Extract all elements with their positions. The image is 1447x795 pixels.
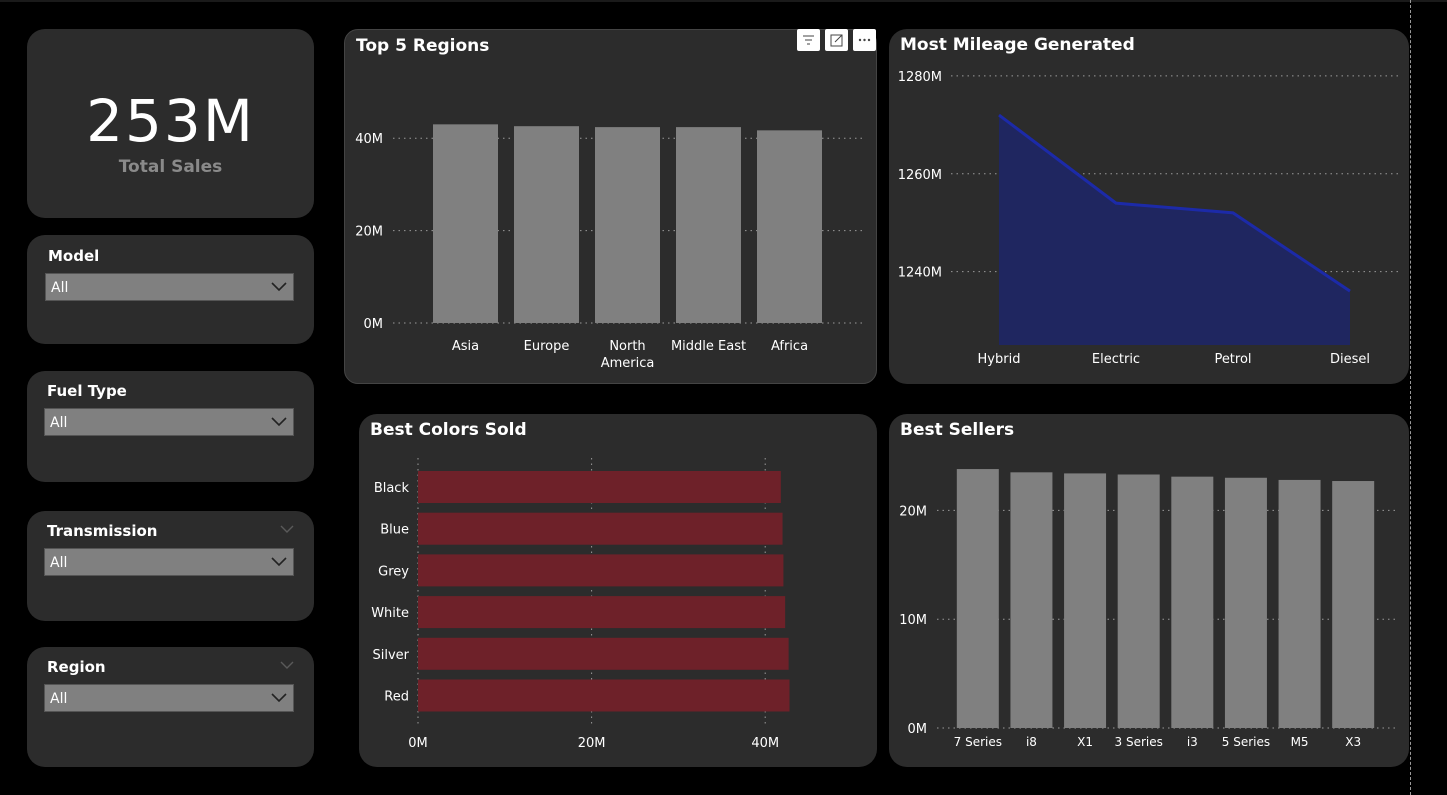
- fuel-type-dropdown-value: All: [50, 415, 68, 431]
- visual-top-5-regions[interactable]: Top 5 Regions 0M 20M 40M Asia Europe North Ame…: [344, 29, 877, 384]
- bar-silver: [418, 637, 789, 670]
- x-tick-label: Asia: [452, 339, 479, 354]
- chevron-down-icon[interactable]: [280, 524, 294, 534]
- kpi-label: Total Sales: [118, 157, 223, 177]
- bar-x1: [1064, 473, 1107, 728]
- x-tick-label: Africa: [771, 339, 808, 354]
- slicer-fuel-type: Fuel Type All: [27, 371, 314, 482]
- x-tick-label: X1: [1077, 735, 1093, 749]
- x-tick-label: 20M: [578, 736, 606, 751]
- region-dropdown[interactable]: All: [44, 684, 294, 712]
- y-tick-label: Silver: [372, 648, 409, 663]
- fuel-type-dropdown[interactable]: All: [44, 408, 294, 436]
- x-tick-label: Middle East: [671, 339, 746, 354]
- bar-x3: [1332, 481, 1375, 728]
- x-tick-label: Diesel: [1330, 352, 1370, 367]
- canvas-edge-guide: [1410, 0, 1411, 795]
- model-dropdown[interactable]: All: [45, 273, 294, 301]
- y-tick-label: 1240M: [898, 266, 942, 281]
- slicer-model: Model All: [27, 235, 314, 344]
- slicer-region: Region All: [27, 647, 314, 767]
- y-tick-label: 1280M: [898, 70, 942, 85]
- x-tick-label: 3 Series: [1115, 735, 1163, 749]
- x-tick-label: 5 Series: [1222, 735, 1270, 749]
- x-tick-label: North: [609, 339, 645, 354]
- transmission-dropdown-value: All: [50, 555, 68, 571]
- bar-i8: [1010, 472, 1053, 728]
- bar-north-america: [595, 127, 660, 323]
- x-tick-label: 40M: [751, 736, 779, 751]
- transmission-dropdown[interactable]: All: [44, 548, 294, 576]
- chevron-down-icon: [271, 282, 287, 292]
- top-border: [0, 0, 1447, 2]
- bar-5-series: [1224, 477, 1267, 728]
- y-tick-label: Black: [374, 481, 410, 496]
- visual-most-mileage-generated[interactable]: Most Mileage Generated 1240M 1260M 1280M Hy…: [889, 29, 1409, 384]
- bar-red: [418, 679, 790, 712]
- y-tick-label: Red: [384, 690, 409, 705]
- y-tick-label: 0M: [364, 317, 384, 332]
- y-tick-label: 0M: [908, 722, 928, 737]
- bar-chart-best-sellers: 0M 10M 20M 7 Series i8 X1 3 Series i3 5 Series M5…: [899, 469, 1399, 749]
- y-tick-label: White: [371, 606, 409, 621]
- y-tick-label: 40M: [355, 132, 383, 147]
- x-tick-label: M5: [1291, 735, 1309, 749]
- slicer-transmission: Transmission All: [27, 511, 314, 621]
- y-tick-label: Grey: [378, 564, 409, 579]
- area-fill: [999, 115, 1350, 346]
- x-tick-label: i3: [1187, 735, 1198, 749]
- slicer-title-transmission: Transmission: [47, 522, 158, 540]
- bar-7-series: [956, 469, 999, 728]
- bar-europe: [514, 126, 579, 323]
- chevron-down-icon: [271, 693, 287, 703]
- bar-m5: [1278, 479, 1321, 728]
- bar-grey: [418, 554, 784, 587]
- x-tick-label: 7 Series: [954, 735, 1002, 749]
- y-tick-label: 20M: [899, 504, 927, 519]
- bar-i3: [1171, 476, 1214, 728]
- slicer-title-fuel-type: Fuel Type: [47, 382, 127, 400]
- bar-chart-top-5-regions: 0M 20M 40M Asia Europe North America Middle Eas…: [355, 124, 865, 371]
- bar-middle-east: [676, 127, 741, 323]
- chevron-down-icon: [271, 417, 287, 427]
- kpi-card-total-sales: 253M Total Sales: [27, 29, 314, 218]
- slicer-title-model: Model: [48, 247, 100, 265]
- area-chart-most-mileage: 1240M 1260M 1280M Hybrid Electric Petrol Diese…: [898, 70, 1399, 367]
- y-tick-label: 1260M: [898, 168, 942, 183]
- chevron-down-icon[interactable]: [280, 660, 294, 670]
- x-tick-label: America: [601, 356, 655, 371]
- visual-best-colors-sold[interactable]: Best Colors Sold 0M 20M 40M Black Blue Grey Wh…: [359, 414, 877, 767]
- bar-asia: [433, 124, 498, 323]
- model-dropdown-value: All: [51, 280, 69, 296]
- bar-blue: [418, 512, 783, 545]
- hbar-chart-best-colors-sold: 0M 20M 40M Black Blue Grey White Silver Red: [371, 458, 790, 751]
- kpi-value: 253M: [86, 87, 255, 155]
- x-tick-label: i8: [1026, 735, 1037, 749]
- x-tick-label: X3: [1345, 735, 1361, 749]
- x-tick-label: Petrol: [1214, 352, 1251, 367]
- y-tick-label: 10M: [899, 613, 927, 628]
- bar-white: [418, 596, 786, 629]
- slicer-title-region: Region: [47, 658, 106, 676]
- region-dropdown-value: All: [50, 691, 68, 707]
- visual-best-sellers[interactable]: Best Sellers 0M 10M 20M 7 Series i8 X1 3 Serie…: [889, 414, 1409, 767]
- y-tick-label: 20M: [355, 225, 383, 240]
- x-tick-label: Europe: [524, 339, 570, 354]
- bar-3-series: [1117, 474, 1160, 728]
- y-tick-label: Blue: [380, 523, 409, 538]
- bar-africa: [757, 130, 822, 323]
- x-tick-label: Electric: [1092, 352, 1140, 367]
- x-tick-label: 0M: [408, 736, 428, 751]
- bar-black: [418, 471, 781, 503]
- x-tick-label: Hybrid: [978, 352, 1021, 367]
- chevron-down-icon: [271, 557, 287, 567]
